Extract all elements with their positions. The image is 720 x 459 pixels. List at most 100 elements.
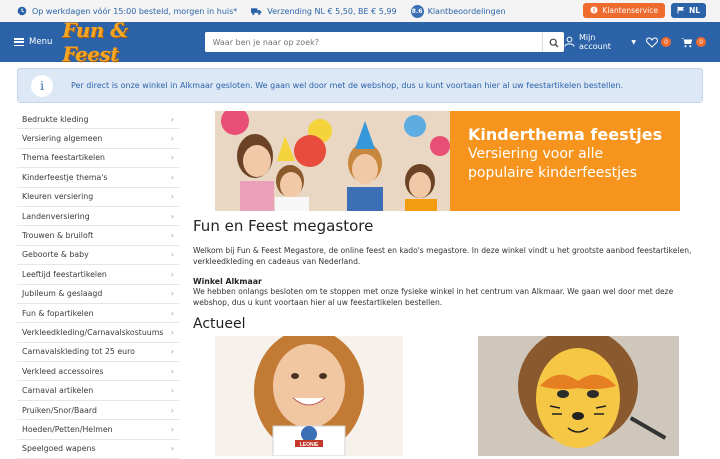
chevron-right-icon: › (170, 192, 174, 202)
menu-button[interactable]: Menu (14, 37, 52, 47)
usp-delivery-text: Op werkdagen vóór 15:00 besteld, morgen … (32, 6, 238, 16)
sidebar-category-label: Hoeden/Petten/Helmen (22, 424, 113, 434)
clock-icon (16, 6, 27, 17)
chevron-right-icon: › (170, 211, 174, 221)
search-button[interactable] (542, 32, 564, 52)
sidebar-category-item[interactable]: Pruiken/Snor/Baard › (17, 401, 179, 421)
chevron-right-icon: › (170, 386, 174, 396)
truck-icon (251, 6, 262, 17)
cart-icon (681, 33, 693, 52)
sidebar-category-label: Bedrukte kleding (22, 114, 89, 124)
sidebar-category-label: Speelgoed wapens (22, 444, 96, 454)
chevron-right-icon: › (170, 250, 174, 260)
hamburger-icon (14, 38, 24, 46)
search-bar (204, 32, 565, 52)
usp-shipping-text: Verzending NL € 5,50, BE € 5,99 (267, 6, 397, 16)
mug-label-text: LEONIE (300, 442, 319, 448)
chevron-right-icon: › (170, 153, 174, 163)
sidebar-category-item[interactable]: Fun & fopartikelen › (17, 304, 179, 324)
language-label: NL (688, 6, 700, 15)
sidebar-category-item[interactable]: Versiering algemeen › (17, 129, 179, 149)
notice-text: Per direct is onze winkel in Alkmaar ges… (71, 81, 624, 90)
sidebar-category-item[interactable]: Speelgoed wapens › (17, 440, 179, 459)
sidebar-category-item[interactable]: Kleuren versiering › (17, 188, 179, 207)
usp-delivery: Op werkdagen vóór 15:00 besteld, morgen … (16, 6, 237, 17)
sidebar-category-label: Kinderfeestje thema's (22, 172, 108, 182)
banner-text: Kinderthema feestjes Versiering voor all… (450, 111, 680, 211)
site-logo[interactable]: Fun & Feest (62, 18, 186, 66)
menu-label: Menu (29, 37, 53, 47)
chevron-right-icon: › (170, 269, 174, 279)
sidebar-category-item[interactable]: Verkleedkleding/Carnavalskostuums › (17, 323, 179, 343)
sidebar-category-item[interactable]: Verkleed accessoires › (17, 362, 179, 382)
chevron-right-icon: › (170, 405, 174, 415)
sidebar-category-label: Landenversiering (22, 211, 90, 221)
kids-theme-banner[interactable]: Kinderthema feestjes Versiering voor all… (215, 111, 680, 211)
main-header: Menu Fun & Feest Mijn account ▼ 0 0 (0, 18, 720, 66)
chevron-right-icon: › (170, 134, 174, 144)
sidebar-category-label: Verkleed accessoires (22, 366, 104, 376)
language-selector[interactable]: NL (670, 3, 706, 18)
section-heading-actueel: Actueel (193, 316, 246, 332)
category-sidebar: Bedrukte kleding › Versiering algemeen › The… (17, 110, 179, 459)
sidebar-category-item[interactable]: Landenversiering › (17, 207, 179, 227)
chevron-right-icon: › (170, 347, 174, 357)
cart-count: 0 (696, 37, 706, 47)
heart-icon (646, 33, 658, 52)
chevron-right-icon: › (170, 172, 174, 182)
wishlist-count: 0 (661, 37, 671, 47)
usp-rating-text[interactable]: Klantbeoordelingen (428, 7, 506, 16)
page-title: Fun en Feest megastore (193, 217, 374, 235)
store-text: We hebben onlangs besloten om te stoppen… (193, 287, 674, 307)
chevron-down-icon: ▼ (631, 38, 636, 46)
sidebar-category-item[interactable]: Hoeden/Petten/Helmen › (17, 420, 179, 440)
store-subheading: Winkel Alkmaar (193, 277, 262, 286)
sidebar-category-item[interactable]: Leeftijd feestartikelen › (17, 265, 179, 285)
sidebar-category-label: Jubileum & geslaagd (22, 289, 103, 299)
sidebar-category-label: Leeftijd feestartikelen (22, 269, 107, 279)
search-input[interactable] (204, 32, 543, 52)
banner-line1: Versiering voor alle (468, 146, 604, 162)
sidebar-category-label: Carnavalskleding tot 25 euro (22, 347, 135, 357)
sidebar-category-item[interactable]: Kinderfeestje thema's › (17, 168, 179, 188)
sidebar-category-item[interactable]: Bedrukte kleding › (17, 110, 179, 130)
top-usp-bar: Op werkdagen vóór 15:00 besteld, morgen … (0, 0, 720, 22)
usp-rating[interactable]: 8.6 Klantbeoordelingen (410, 4, 506, 18)
sidebar-category-label: Carnaval artikelen (22, 386, 94, 396)
chevron-right-icon: › (170, 366, 174, 376)
banner-line2: populaire kinderfeestjes (468, 165, 637, 181)
search-icon (549, 33, 559, 52)
sidebar-category-item[interactable]: Geboorte & baby › (17, 246, 179, 266)
info-circle-icon (590, 6, 598, 16)
rating-badge: 8.6 (410, 4, 424, 18)
customer-service-button[interactable]: Klantenservice (583, 3, 665, 18)
flag-icon (677, 6, 685, 16)
intro-text: Welkom bij Fun & Feest Megastore, de onl… (193, 246, 692, 266)
sidebar-category-item[interactable]: Carnavalskleding tot 25 euro › (17, 343, 179, 363)
user-icon (564, 36, 575, 49)
sidebar-category-item[interactable]: Trouwen & bruiloft › (17, 226, 179, 246)
chevron-right-icon: › (170, 444, 174, 454)
sidebar-category-label: Versiering algemeen (22, 134, 103, 144)
sidebar-category-item[interactable]: Jubileum & geslaagd › (17, 285, 179, 304)
sidebar-category-label: Kleuren versiering (22, 192, 94, 202)
usp-shipping: Verzending NL € 5,50, BE € 5,99 (251, 6, 397, 17)
banner-title: Kinderthema feestjes (468, 125, 663, 144)
account-label: Mijn account (579, 33, 611, 51)
chevron-right-icon: › (170, 231, 174, 241)
actueel-tile-mug[interactable]: LEONIE (215, 336, 403, 456)
account-menu[interactable]: Mijn account ▼ (564, 33, 636, 51)
sidebar-category-label: Pruiken/Snor/Baard (22, 405, 97, 415)
sidebar-category-item[interactable]: Carnaval artikelen › (17, 381, 179, 401)
sidebar-category-item[interactable]: Thema feestartikelen › (17, 149, 179, 169)
sidebar-category-label: Fun & fopartikelen (22, 308, 94, 318)
chevron-right-icon: › (170, 308, 174, 318)
chevron-right-icon: › (170, 114, 174, 124)
chevron-right-icon: › (170, 327, 174, 337)
wishlist-button[interactable]: 0 (646, 33, 671, 52)
customer-service-label: Klantenservice (602, 6, 658, 15)
actueel-tile-facepaint[interactable] (478, 336, 679, 456)
cart-button[interactable]: 0 (681, 33, 706, 52)
info-icon: i (31, 74, 53, 97)
sidebar-category-label: Geboorte & baby (22, 250, 89, 260)
